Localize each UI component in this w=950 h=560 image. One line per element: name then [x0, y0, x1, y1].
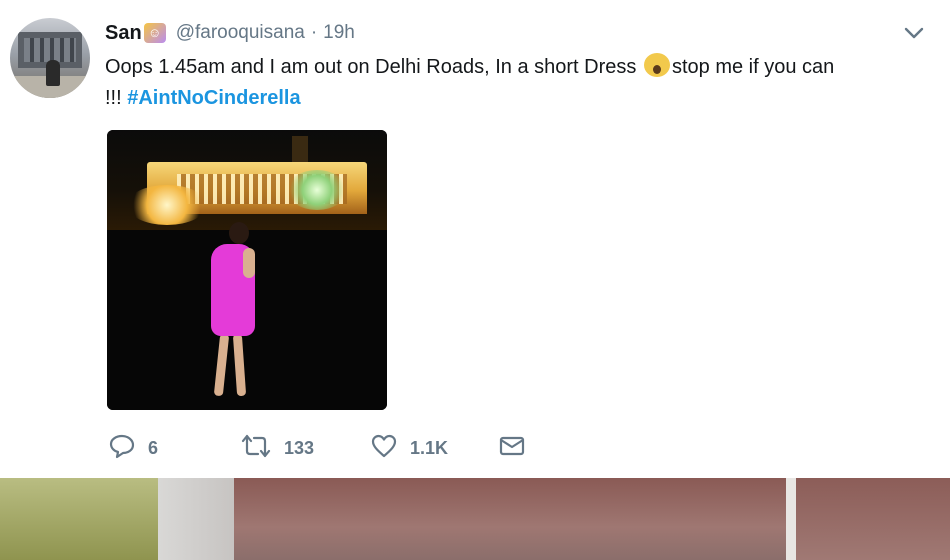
reply-count: 6: [148, 437, 159, 458]
separator-dot: ·: [310, 22, 318, 43]
blurred-image-tile: [0, 478, 158, 560]
retweet-button[interactable]: 133: [240, 432, 314, 464]
retweet-icon: [240, 432, 272, 465]
retweet-count: 133: [284, 437, 315, 458]
avatar-person: [46, 60, 60, 86]
blurred-image-tile: [234, 478, 786, 560]
avatar[interactable]: [10, 18, 90, 98]
tweet-media-photo[interactable]: [107, 130, 387, 410]
tweet-text-exclaim: !!!: [105, 87, 128, 109]
photo-light-glow: [127, 185, 207, 225]
photo-person-head: [229, 222, 249, 244]
heart-icon: [370, 432, 398, 465]
photo-light-glow-green: [287, 170, 347, 210]
tweet-timestamp[interactable]: 19h: [323, 22, 355, 44]
avatar-building-columns: [24, 38, 76, 62]
blurred-image-strip: [0, 478, 950, 560]
like-button[interactable]: 1.1K: [370, 432, 448, 464]
tweet-header: San ☺ @farooquisana · 19h: [105, 20, 355, 46]
hashtag-link[interactable]: #AintNoCinderella: [127, 87, 300, 109]
like-count: 1.1K: [410, 437, 449, 458]
blurred-image-tile: [786, 478, 796, 560]
reply-icon: [108, 432, 136, 465]
name-emoji-icon: ☺: [143, 23, 166, 43]
tweet-card: San ☺ @farooquisana · 19h Oops 1.45am an…: [0, 0, 950, 478]
blurred-image-tile: [158, 478, 234, 560]
tweet-text: Oops 1.45am and I am out on Delhi Roads,…: [105, 52, 935, 114]
scream-emoji-icon: [643, 53, 670, 77]
blurred-image-tile: [796, 478, 950, 560]
author-handle[interactable]: @farooquisana: [176, 22, 305, 44]
envelope-icon: [498, 432, 526, 465]
tweet-text-part1: Oops 1.45am and I am out on Delhi Roads,…: [105, 56, 642, 78]
direct-message-button[interactable]: [498, 432, 526, 464]
tweet-text-part2: stop me if you can: [671, 56, 835, 78]
author-name[interactable]: San: [105, 22, 142, 45]
photo-person-arm: [243, 248, 255, 278]
reply-button[interactable]: 6: [108, 432, 158, 464]
chevron-down-icon[interactable]: [902, 24, 926, 42]
